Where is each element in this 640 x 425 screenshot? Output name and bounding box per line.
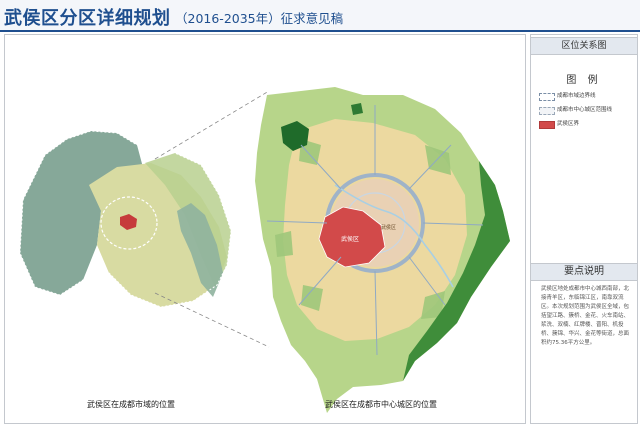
page-title: 武侯区分区详细规划: [4, 8, 171, 29]
district-label: 武侯区: [341, 235, 359, 243]
planning-sheet: 武侯区分区详细规划 （2016-2035年）征求意见稿 武侯区 武侯区 武侯区在…: [0, 0, 640, 425]
legend-label: 成都市域边界线: [557, 93, 596, 99]
dashed-area-icon: [539, 107, 555, 115]
keypoints-heading: 要点说明: [531, 263, 637, 281]
legend-item-district: 武侯区界: [539, 119, 635, 129]
planning-map[interactable]: 武侯区 武侯区 武侯区在成都市域的位置 武侯区在成都市中心城区的位置: [5, 35, 525, 423]
side-panel: 区位关系图 图 例 成都市域边界线 成都市中心城区范围线 武侯区界 要点说明 武…: [530, 34, 638, 424]
legend-label: 成都市中心城区范围线: [557, 107, 613, 113]
title-bar: 武侯区分区详细规划 （2016-2035年）征求意见稿: [0, 0, 640, 32]
legend-heading: 图 例: [566, 75, 602, 86]
left-map-caption: 武侯区在成都市域的位置: [87, 399, 175, 409]
location-heading: 区位关系图: [531, 37, 637, 55]
city-center-label: 武侯区: [381, 224, 396, 231]
dashed-boundary-icon: [539, 93, 555, 101]
legend-item-central-city: 成都市中心城区范围线: [539, 105, 635, 115]
northern-park: [351, 103, 363, 115]
map-frame: 武侯区 武侯区 武侯区在成都市域的位置 武侯区在成都市中心城区的位置: [4, 34, 526, 424]
legend-item-city-boundary: 成都市域边界线: [539, 91, 635, 101]
red-fill-icon: [539, 121, 555, 129]
right-map-caption: 武侯区在成都市中心城区的位置: [325, 399, 437, 409]
page-subtitle: （2016-2035年）征求意见稿: [175, 11, 344, 26]
legend-label: 武侯区界: [557, 121, 580, 127]
keypoints-body: 武侯区地处成都市中心城西南部，北接青羊区，东临锦江区，南靠双流区。本次规划范围为…: [541, 286, 630, 346]
